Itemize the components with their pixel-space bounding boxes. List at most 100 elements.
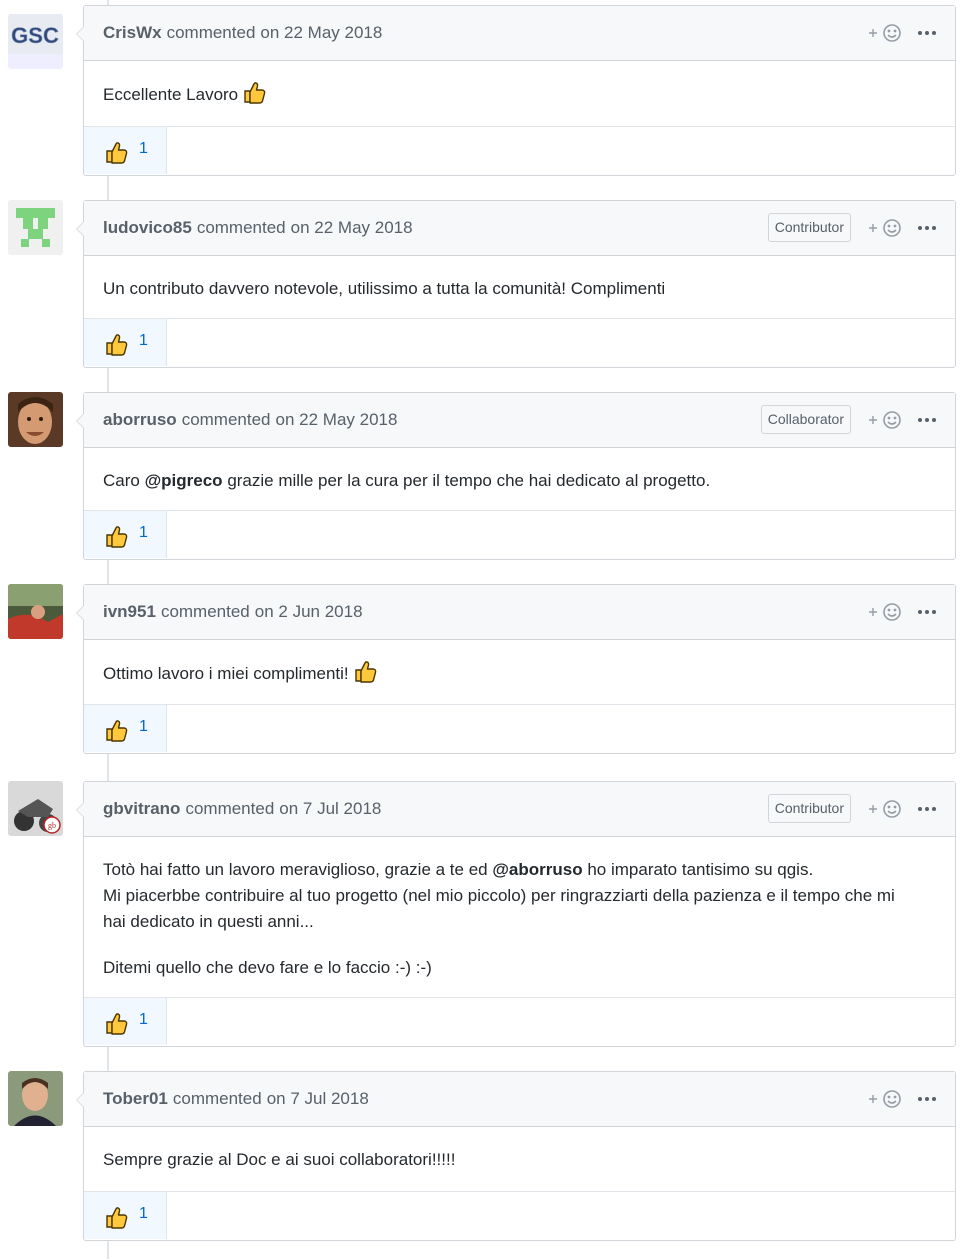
comment-date[interactable]: on 22 May 2018 bbox=[260, 23, 382, 43]
comment-body: Eccellente Lavoro bbox=[84, 61, 955, 108]
add-reaction-icon[interactable] bbox=[867, 797, 903, 821]
more-options-icon[interactable] bbox=[917, 216, 937, 240]
comment-text: Eccellente Lavoro bbox=[103, 85, 239, 104]
thumbs-up-icon bbox=[106, 142, 128, 164]
user-mention-link[interactable]: @pigreco bbox=[145, 471, 223, 490]
comment-header: ivn951 commented on 2 Jun 2018 bbox=[84, 585, 955, 640]
reaction-thumbs-up-button[interactable]: 1 bbox=[84, 127, 167, 174]
thumbs-up-icon bbox=[106, 526, 128, 548]
thumbs-up-emoji-icon bbox=[354, 661, 376, 683]
comment-action: commented bbox=[181, 410, 271, 429]
comment-body: Caro @pigreco grazie mille per la cura p… bbox=[84, 448, 955, 494]
comment-body: Un contributo davvero notevole, utilissi… bbox=[84, 256, 955, 302]
more-options-icon[interactable] bbox=[917, 1087, 937, 1111]
avatar[interactable] bbox=[8, 200, 63, 255]
thumbs-up-icon bbox=[106, 1013, 128, 1035]
author-badge: Contributor bbox=[767, 213, 851, 242]
comment-header: CrisWx commented on 22 May 2018 bbox=[84, 6, 955, 61]
comment-body: Ottimo lavoro i miei complimenti! bbox=[84, 640, 955, 687]
comment-footer: 1 bbox=[84, 126, 955, 175]
comment-text-post: grazie mille per la cura per il tempo ch… bbox=[227, 471, 711, 490]
comment-text-line: Mi piacerbbe contribuire al tuo progetto… bbox=[103, 886, 895, 905]
comment-action: commented bbox=[185, 799, 275, 818]
reaction-count: 1 bbox=[139, 332, 148, 349]
comment-date[interactable]: on 7 Jul 2018 bbox=[267, 1089, 369, 1109]
more-options-icon[interactable] bbox=[917, 408, 937, 432]
comment-paragraph: Ditemi quello che devo fare e lo faccio … bbox=[103, 955, 936, 981]
reaction-thumbs-up-button[interactable]: 1 bbox=[84, 1192, 167, 1239]
reaction-thumbs-up-button[interactable]: 1 bbox=[84, 705, 167, 752]
comment-action: commented bbox=[172, 1089, 262, 1108]
reaction-count: 1 bbox=[139, 718, 148, 735]
comment-footer: 1 bbox=[84, 318, 955, 367]
thumbs-up-icon bbox=[106, 334, 128, 356]
comment-text-pre: Caro bbox=[103, 471, 140, 490]
comment-header: Tober01 commented on 7 Jul 2018 bbox=[84, 1072, 955, 1127]
user-mention-link[interactable]: @aborruso bbox=[492, 860, 582, 879]
comment-box: ludovico85 commented on 22 May 2018 Cont… bbox=[76, 200, 956, 368]
comment-footer: 1 bbox=[84, 510, 955, 559]
comment-box: Tober01 commented on 7 Jul 2018 Sempre g… bbox=[76, 1071, 956, 1241]
author-link[interactable]: ludovico85 bbox=[103, 218, 192, 238]
comment-box: gbvitrano commented on 7 Jul 2018 Contri… bbox=[76, 781, 956, 1047]
reaction-count: 1 bbox=[139, 1205, 148, 1222]
avatar[interactable] bbox=[8, 1071, 63, 1126]
comment-date[interactable]: on 22 May 2018 bbox=[276, 410, 398, 430]
reaction-count: 1 bbox=[139, 140, 148, 157]
comment-date[interactable]: on 22 May 2018 bbox=[291, 218, 413, 238]
comment-text: Ottimo lavoro i miei complimenti! bbox=[103, 664, 349, 683]
more-options-icon[interactable] bbox=[917, 21, 937, 45]
avatar[interactable] bbox=[8, 392, 63, 447]
comment-header: gbvitrano commented on 7 Jul 2018 Contri… bbox=[84, 782, 955, 837]
comment-box: CrisWx commented on 22 May 2018 Eccellen… bbox=[76, 5, 956, 176]
more-options-icon[interactable] bbox=[917, 600, 937, 624]
thumbs-up-icon bbox=[106, 720, 128, 742]
comment-text-post: ho imparato tantisimo su qgis. bbox=[587, 860, 814, 879]
comment-footer: 1 bbox=[84, 1191, 955, 1240]
add-reaction-icon[interactable] bbox=[867, 408, 903, 432]
comment-text: Sempre grazie al Doc e ai suoi collabora… bbox=[103, 1150, 456, 1169]
comment-body: Sempre grazie al Doc e ai suoi collabora… bbox=[84, 1127, 955, 1173]
avatar-text: GSC bbox=[11, 23, 59, 48]
comment-text-pre: Totò hai fatto un lavoro meraviglioso, g… bbox=[103, 860, 488, 879]
reaction-count: 1 bbox=[139, 1011, 148, 1028]
author-link[interactable]: Tober01 bbox=[103, 1089, 168, 1109]
reaction-thumbs-up-button[interactable]: 1 bbox=[84, 998, 167, 1045]
comment-action: commented bbox=[196, 218, 286, 237]
comment-footer: 1 bbox=[84, 997, 955, 1046]
comment-header: ludovico85 commented on 22 May 2018 Cont… bbox=[84, 201, 955, 256]
comment-date[interactable]: on 2 Jun 2018 bbox=[255, 602, 363, 622]
author-link[interactable]: ivn951 bbox=[103, 602, 156, 622]
comment-action: commented bbox=[166, 23, 256, 42]
comment-box: ivn951 commented on 2 Jun 2018 Ottimo la… bbox=[76, 584, 956, 754]
comment-body: Totò hai fatto un lavoro meraviglioso, g… bbox=[84, 837, 955, 981]
author-link[interactable]: gbvitrano bbox=[103, 799, 180, 819]
author-link[interactable]: aborruso bbox=[103, 410, 177, 430]
svg-text:gb: gb bbox=[48, 821, 56, 830]
avatar[interactable]: gb bbox=[8, 781, 63, 836]
comment-action: commented bbox=[160, 602, 250, 621]
reaction-thumbs-up-button[interactable]: 1 bbox=[84, 511, 167, 558]
avatar[interactable] bbox=[8, 584, 63, 639]
comment-footer: 1 bbox=[84, 704, 955, 753]
author-link[interactable]: CrisWx bbox=[103, 23, 162, 43]
thumbs-up-emoji-icon bbox=[244, 82, 266, 104]
add-reaction-icon[interactable] bbox=[867, 216, 903, 240]
more-options-icon[interactable] bbox=[917, 797, 937, 821]
reaction-thumbs-up-button[interactable]: 1 bbox=[84, 319, 167, 366]
comment-header: aborruso commented on 22 May 2018 Collab… bbox=[84, 393, 955, 448]
comment-text: Un contributo davvero notevole, utilissi… bbox=[103, 279, 666, 298]
reaction-count: 1 bbox=[139, 524, 148, 541]
avatar[interactable]: GSC bbox=[8, 14, 63, 69]
author-badge: Contributor bbox=[767, 794, 851, 823]
add-reaction-icon[interactable] bbox=[867, 21, 903, 45]
thumbs-up-icon bbox=[106, 1207, 128, 1229]
add-reaction-icon[interactable] bbox=[867, 600, 903, 624]
comment-text-line: hai dedicato in questi anni... bbox=[103, 912, 314, 931]
comment-date[interactable]: on 7 Jul 2018 bbox=[279, 799, 381, 819]
comment-text: Ditemi quello che devo fare e lo faccio … bbox=[103, 958, 432, 977]
add-reaction-icon[interactable] bbox=[867, 1087, 903, 1111]
comment-box: aborruso commented on 22 May 2018 Collab… bbox=[76, 392, 956, 560]
author-badge: Collaborator bbox=[760, 405, 851, 434]
comment-paragraph: Totò hai fatto un lavoro meraviglioso, g… bbox=[103, 857, 936, 935]
